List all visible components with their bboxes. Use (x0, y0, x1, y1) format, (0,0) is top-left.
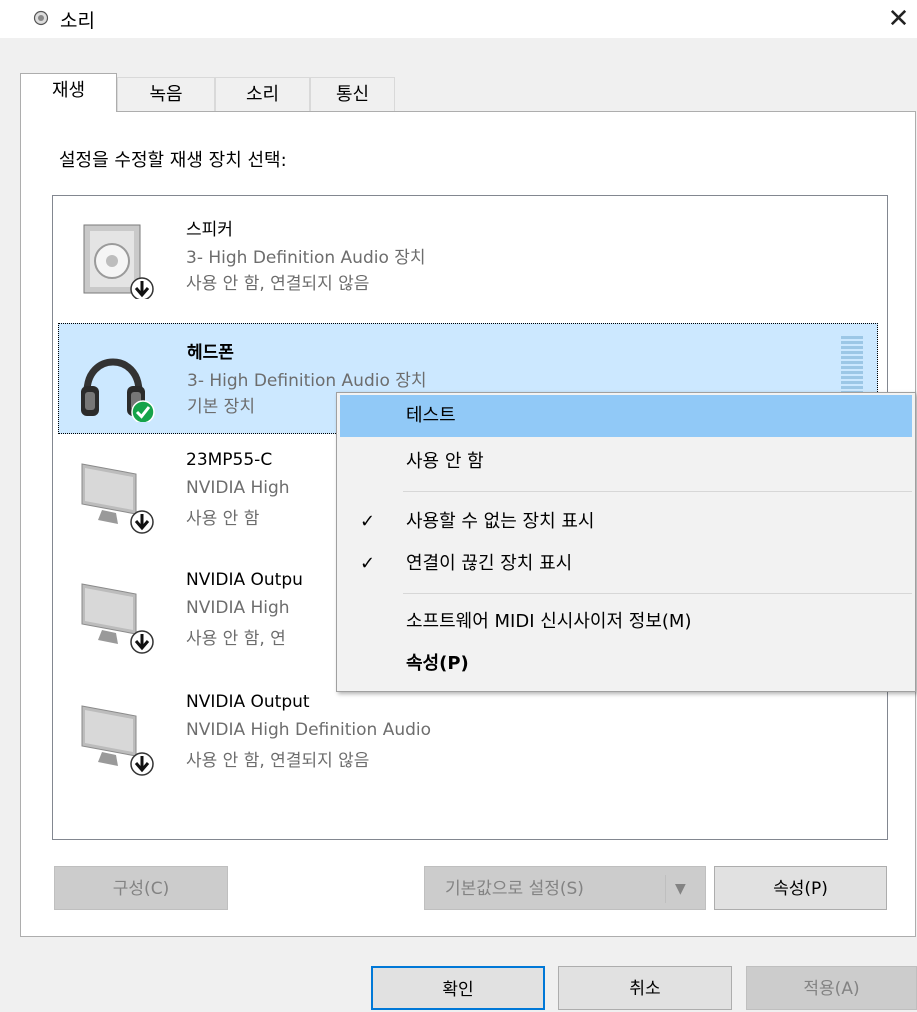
menu-item-show-disconnected[interactable]: ✓ 연결이 끊긴 장치 표시 (340, 543, 912, 585)
tab-playback[interactable]: 재생 (20, 73, 117, 112)
menu-item-label: 사용할 수 없는 장치 표시 (406, 511, 595, 532)
menu-item-label: 속성(P) (406, 653, 469, 674)
cancel-button[interactable]: 취소 (558, 966, 732, 1010)
checkmark-icon: ✓ (360, 511, 376, 532)
device-item-nvidia-output-2[interactable]: NVIDIA Output NVIDIA High Definition Aud… (58, 678, 878, 789)
title-bar: 소리 ✕ (0, 0, 917, 38)
button-label: 취소 (629, 979, 661, 999)
device-status: 기본 장치 (187, 397, 255, 417)
tab-label: 재생 (51, 80, 86, 101)
device-driver: NVIDIA High (186, 598, 290, 618)
tab-sounds[interactable]: 소리 (215, 77, 310, 111)
apply-button[interactable]: 적용(A) (746, 966, 917, 1010)
checkmark-icon: ✓ (360, 553, 376, 574)
device-name: 헤드폰 (187, 343, 234, 363)
menu-item-disable[interactable]: 사용 안 함 (340, 441, 912, 483)
device-name: NVIDIA Outpu (186, 570, 303, 590)
tab-communications[interactable]: 통신 (310, 77, 395, 111)
window-title: 소리 (60, 10, 95, 32)
device-name: NVIDIA Output (186, 692, 310, 712)
menu-item-properties[interactable]: 속성(P) (340, 643, 912, 685)
menu-separator (403, 593, 912, 594)
device-driver: NVIDIA High (186, 478, 290, 498)
button-label: 기본값으로 설정(S) (445, 879, 584, 899)
split-divider (665, 875, 666, 903)
set-default-button[interactable]: 기본값으로 설정(S) ▼ (424, 866, 706, 910)
device-item-speaker[interactable]: 스피커 3- High Definition Audio 장치 사용 안 함, … (58, 201, 878, 312)
device-name: 스피커 (186, 220, 233, 240)
tab-recording[interactable]: 녹음 (117, 77, 215, 111)
menu-item-label: 소프트웨어 MIDI 신시사이저 정보(M) (406, 611, 692, 632)
menu-item-label: 사용 안 함 (406, 451, 484, 472)
button-label: 적용(A) (803, 979, 860, 999)
device-status: 사용 안 함, 연결되지 않음 (186, 751, 370, 771)
device-name: 23MP55-C (186, 450, 273, 470)
monitor-icon (81, 705, 154, 776)
menu-item-show-disabled[interactable]: ✓ 사용할 수 없는 장치 표시 (340, 501, 912, 543)
tab-label: 녹음 (149, 84, 183, 105)
chevron-down-icon[interactable]: ▼ (675, 867, 686, 911)
device-select-prompt: 설정을 수정할 재생 장치 선택: (59, 150, 287, 171)
menu-separator (403, 491, 912, 492)
context-menu: 테스트 사용 안 함 ✓ 사용할 수 없는 장치 표시 ✓ 연결이 끊긴 장치 … (336, 392, 916, 692)
device-driver: 3- High Definition Audio 장치 (187, 371, 427, 391)
properties-button[interactable]: 속성(P) (714, 866, 887, 910)
monitor-icon (81, 583, 154, 654)
speaker-app-icon (33, 10, 49, 26)
button-label: 속성(P) (773, 879, 828, 899)
tab-label: 소리 (245, 84, 280, 105)
device-driver: 3- High Definition Audio 장치 (186, 248, 426, 268)
speaker-icon (83, 224, 154, 299)
menu-item-midi-info[interactable]: 소프트웨어 MIDI 신시사이저 정보(M) (340, 601, 912, 643)
device-driver: NVIDIA High Definition Audio (186, 720, 432, 740)
close-button[interactable]: ✕ (880, 0, 917, 38)
ok-button[interactable]: 확인 (371, 966, 545, 1010)
device-status: 사용 안 함, 연 (186, 629, 286, 649)
button-label: 구성(C) (112, 879, 170, 899)
button-label: 확인 (442, 980, 474, 1000)
device-status: 사용 안 함 (186, 509, 260, 529)
headphones-icon (81, 358, 155, 422)
configure-button[interactable]: 구성(C) (54, 866, 228, 910)
tab-label: 통신 (335, 84, 370, 105)
menu-item-label: 테스트 (406, 405, 456, 426)
menu-item-label: 연결이 끊긴 장치 표시 (406, 553, 573, 574)
monitor-icon (81, 463, 154, 534)
device-status: 사용 안 함, 연결되지 않음 (186, 274, 370, 294)
close-icon: ✕ (887, 4, 910, 34)
menu-item-test[interactable]: 테스트 (340, 395, 912, 437)
